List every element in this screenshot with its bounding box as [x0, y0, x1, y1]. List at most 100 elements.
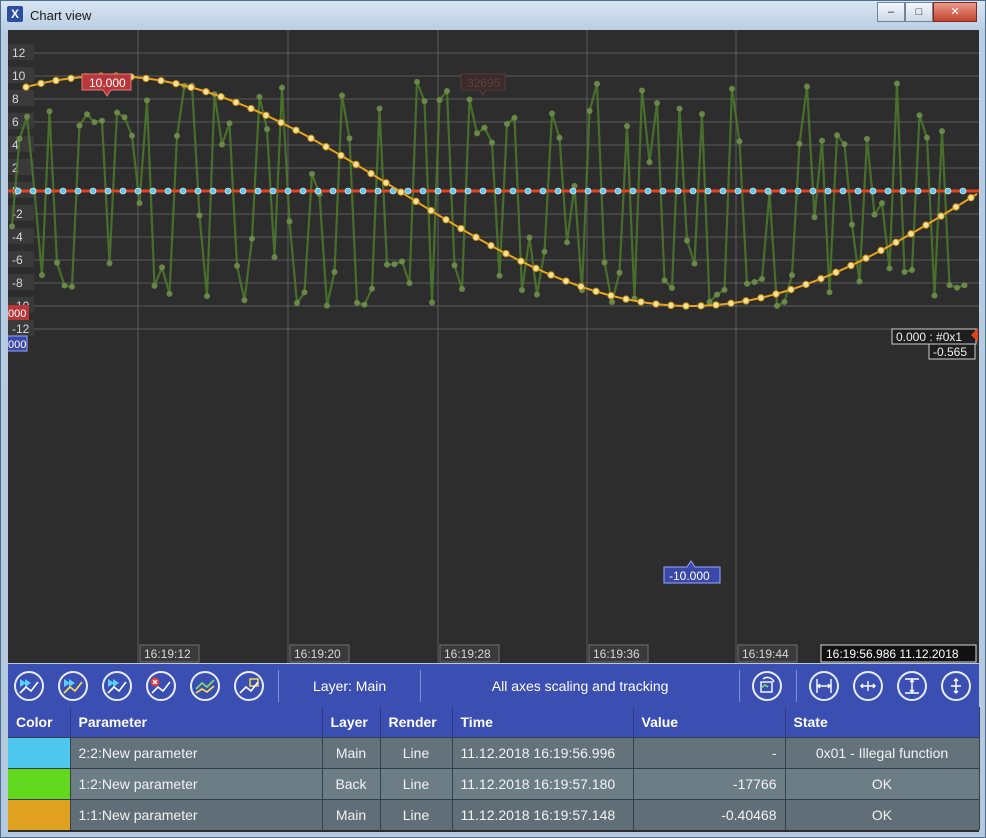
data-point-noise — [534, 291, 540, 298]
data-point-noise — [564, 239, 570, 246]
layer-label[interactable]: Layer: Main — [285, 678, 414, 694]
value-cell: - — [633, 737, 786, 769]
data-point-sine — [517, 257, 525, 265]
data-point-noise — [121, 114, 128, 121]
cursor-label-1: 0.000 : #0x1 — [896, 330, 962, 344]
toolbar-separator — [278, 669, 279, 702]
data-point-sine — [847, 261, 855, 270]
scale-x-icon — [860, 680, 876, 691]
maximize-button[interactable]: □ — [905, 2, 933, 22]
data-point-noise — [624, 122, 630, 129]
column-header-value[interactable]: Value — [633, 707, 786, 738]
color-swatch[interactable] — [8, 799, 71, 830]
scale-y-icon — [951, 677, 961, 694]
data-point-noise — [886, 265, 893, 272]
column-header-color[interactable]: Color — [8, 707, 71, 738]
data-point-noise — [504, 120, 510, 127]
color-swatch[interactable] — [8, 737, 71, 769]
data-point-noise — [856, 278, 863, 285]
chart-svg[interactable]: 121086420-2-4-6-8-10-1216:19:1216:19:201… — [8, 30, 979, 663]
data-point-noise — [684, 237, 690, 244]
fit-x-button[interactable] — [809, 670, 839, 701]
data-point-noise — [391, 261, 398, 268]
data-point-noise — [774, 302, 780, 309]
column-header-time[interactable]: Time — [452, 707, 634, 738]
data-point-flat — [914, 187, 922, 195]
data-point-noise — [909, 267, 915, 274]
table-row[interactable]: 1:2:New parameter Back Line 11.12.2018 16:1… — [8, 768, 980, 800]
column-header-parameter[interactable]: Parameter — [70, 707, 323, 738]
table-header-row: Color Parameter Layer Render Time Value … — [8, 707, 980, 738]
data-point-flat — [284, 187, 292, 195]
scale-y-button[interactable] — [941, 670, 971, 701]
data-point-noise — [159, 264, 165, 271]
data-point-flat — [329, 187, 337, 195]
data-point-sine — [172, 79, 180, 88]
data-point-sine — [37, 79, 45, 88]
data-point-sine — [217, 93, 225, 101]
data-point-noise — [444, 88, 450, 95]
remove-chart-icon — [150, 677, 171, 694]
data-point-noise — [429, 299, 435, 306]
chart-green-button[interactable] — [190, 670, 220, 701]
data-point-flat — [74, 187, 82, 195]
data-point-noise — [721, 286, 728, 293]
render-cell: Line — [380, 799, 453, 830]
data-point-noise — [556, 134, 563, 141]
mode-label[interactable]: All axes scaling and tracking — [427, 678, 733, 694]
play-main-button[interactable] — [102, 670, 132, 701]
column-header-render[interactable]: Render — [380, 707, 453, 738]
data-point-noise — [789, 272, 795, 279]
data-point-flat — [599, 187, 607, 195]
data-point-noise — [871, 211, 878, 218]
data-point-sine — [502, 249, 510, 258]
switch-layer-button[interactable] — [752, 670, 782, 701]
fit-y-button[interactable] — [897, 670, 927, 701]
color-swatch-fill — [8, 800, 70, 830]
data-point-flat — [794, 187, 802, 195]
color-swatch[interactable] — [8, 768, 71, 800]
data-point-noise — [301, 289, 308, 296]
close-button[interactable]: ✕ — [933, 2, 977, 22]
table-row[interactable]: 2:2:New parameter Main Line 11.12.2018 16:1… — [8, 737, 980, 769]
data-point-noise — [9, 223, 15, 230]
data-point-flat — [959, 187, 967, 195]
play-all-button[interactable] — [14, 670, 44, 701]
data-point-noise — [594, 80, 600, 87]
faint-value-label: 32695 — [467, 76, 501, 90]
data-point-sine — [67, 74, 75, 82]
data-point-noise — [249, 235, 255, 242]
data-point-noise — [369, 285, 375, 292]
data-point-noise — [946, 282, 953, 289]
data-point-sine — [52, 76, 60, 85]
title-bar[interactable]: X Chart view – □ ✕ — [1, 1, 985, 29]
timestamp-label: 16:19:56.986 11.12.2018 — [826, 647, 959, 661]
x-tick-label: 16:19:20 — [294, 647, 341, 661]
data-point-flat — [269, 187, 277, 195]
column-header-layer[interactable]: Layer — [322, 707, 381, 738]
data-point-sine — [712, 301, 720, 309]
scale-x-button[interactable] — [853, 670, 883, 701]
data-point-sine — [232, 98, 240, 107]
column-header-state[interactable]: State — [785, 707, 980, 738]
data-point-flat — [629, 187, 637, 195]
data-point-noise — [549, 110, 555, 117]
data-point-noise — [714, 291, 720, 298]
data-point-sine — [427, 206, 435, 215]
data-point-noise — [414, 78, 420, 85]
data-point-sine — [742, 297, 750, 305]
minimize-button[interactable]: – — [877, 2, 905, 22]
chart-canvas[interactable]: 121086420-2-4-6-8-10-1216:19:1216:19:201… — [8, 30, 979, 663]
play-layer-button[interactable] — [58, 670, 88, 701]
data-point-flat — [44, 187, 52, 195]
data-point-noise — [399, 258, 405, 265]
data-point-flat — [224, 187, 232, 195]
data-point-noise — [24, 113, 30, 120]
data-point-flat — [194, 187, 202, 195]
remove-chart-button[interactable] — [146, 670, 176, 701]
data-point-noise — [676, 105, 683, 112]
table-row[interactable]: 1:1:New parameter Main Line 11.12.2018 16:1… — [8, 799, 980, 830]
chart-yellow-button[interactable] — [234, 670, 264, 701]
data-point-noise — [106, 260, 113, 267]
chart-toolbar: Layer: Main All axes scaling and trackin… — [8, 664, 979, 707]
